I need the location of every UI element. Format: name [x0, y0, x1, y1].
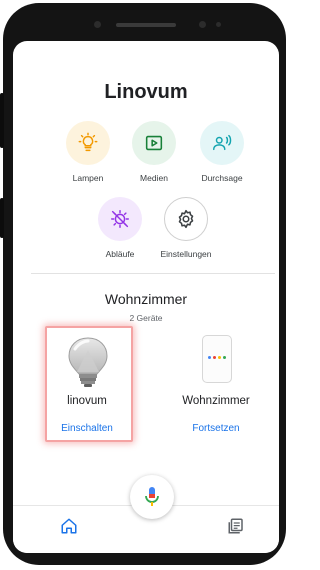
device-count: 2 Geräte [129, 313, 163, 323]
bixby-button [0, 198, 4, 238]
lampen-label: Lampen [72, 173, 104, 183]
fortsetzen-button[interactable]: Fortsetzen [161, 423, 271, 434]
home-icon[interactable] [60, 517, 78, 535]
smart-speaker-icon[interactable] [202, 335, 232, 383]
front-camera-icon [199, 21, 206, 28]
room-title: Wohnzimmer [104, 291, 188, 307]
media-play-icon [132, 121, 176, 165]
ablaeufe-action[interactable]: Abläufe [85, 197, 155, 259]
einstellungen-label: Einstellungen [160, 249, 212, 259]
phone-frame: Linovum Lampen Medien Durchsage Abläufe … [0, 3, 286, 565]
medien-label: Medien [140, 173, 168, 183]
broadcast-icon [200, 121, 244, 165]
mic-button[interactable] [130, 475, 174, 519]
ablaeufe-label: Abläufe [105, 249, 135, 259]
microphone-icon [145, 487, 159, 506]
volume-button [0, 93, 4, 148]
routines-icon [98, 197, 142, 241]
earpiece-speaker [116, 23, 176, 27]
device-name-linovum: linovum [67, 395, 107, 407]
einstellungen-action[interactable]: Einstellungen [151, 197, 221, 259]
lampen-action[interactable]: Lampen [53, 121, 123, 183]
gear-icon [164, 197, 208, 241]
durchsage-label: Durchsage [201, 173, 243, 183]
proximity-sensor-icon [216, 22, 221, 27]
home-title: Linovum [104, 81, 188, 103]
device-name-wohnzimmer: Wohnzimmer [182, 395, 250, 407]
medien-action[interactable]: Medien [119, 121, 189, 183]
lightbulb-icon [66, 121, 110, 165]
sensor-icon [94, 21, 101, 28]
einschalten-button[interactable]: Einschalten [32, 423, 142, 434]
durchsage-action[interactable]: Durchsage [187, 121, 257, 183]
section-divider [31, 273, 275, 274]
smart-bulb-icon [68, 337, 108, 387]
app-screen: Linovum Lampen Medien Durchsage Abläufe … [13, 41, 279, 553]
feed-icon[interactable] [227, 517, 245, 535]
